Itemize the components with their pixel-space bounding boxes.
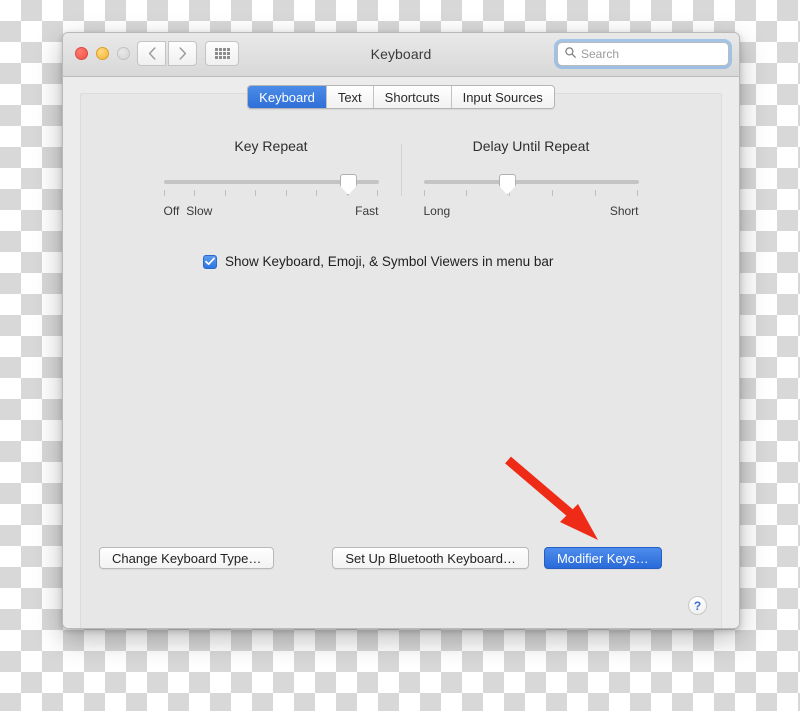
preferences-panel: Keyboard Text Shortcuts Input Sources Ke… (80, 85, 722, 628)
key-repeat-slider-group: Key Repeat Off Slow Fast (142, 138, 401, 218)
search-icon (565, 45, 576, 63)
change-keyboard-type-button[interactable]: Change Keyboard Type… (99, 547, 275, 569)
show-viewers-label: Show Keyboard, Emoji, & Symbol Viewers i… (225, 254, 554, 269)
tab-bar-wrapper: Keyboard Text Shortcuts Input Sources (81, 85, 721, 109)
window-body: Keyboard Text Shortcuts Input Sources Ke… (63, 77, 739, 628)
delay-until-repeat-track (423, 180, 639, 184)
keyboard-preferences-window: Keyboard Search Keyboard Text Shortcuts … (62, 32, 740, 629)
key-repeat-title: Key Repeat (234, 138, 308, 154)
show-viewers-checkbox[interactable] (203, 254, 217, 269)
tab-text[interactable]: Text (326, 86, 374, 108)
checkmark-icon (205, 257, 215, 266)
delay-until-repeat-slider-group: Delay Until Repeat Long Short (402, 138, 661, 218)
delay-until-repeat-ticks (423, 190, 639, 197)
search-field-wrapper: Search (554, 39, 732, 69)
key-repeat-labels: Off Slow Fast (164, 204, 379, 218)
help-button[interactable]: ? (688, 596, 707, 615)
modifier-keys-button[interactable]: Modifier Keys… (543, 547, 662, 569)
delay-label-long: Long (423, 204, 451, 218)
key-repeat-label-fast: Fast (355, 204, 379, 218)
search-placeholder-text: Search (581, 47, 620, 61)
set-up-bluetooth-keyboard-button[interactable]: Set Up Bluetooth Keyboard… (332, 547, 529, 569)
delay-until-repeat-labels: Long Short (424, 204, 639, 218)
delay-label-short: Short (609, 204, 639, 218)
delay-until-repeat-title: Delay Until Repeat (472, 138, 590, 154)
window-titlebar: Keyboard Search (63, 33, 739, 77)
show-viewers-checkbox-row[interactable]: Show Keyboard, Emoji, & Symbol Viewers i… (203, 254, 553, 269)
key-repeat-label-slow: Slow (186, 204, 213, 218)
key-repeat-slider[interactable] (163, 171, 379, 201)
key-repeat-label-off: Off (163, 204, 180, 218)
bottom-button-bar: Change Keyboard Type… Set Up Bluetooth K… (99, 547, 707, 569)
tab-bar: Keyboard Text Shortcuts Input Sources (247, 85, 555, 109)
tab-input-sources[interactable]: Input Sources (451, 86, 554, 108)
slider-section: Key Repeat Off Slow Fast Delay Until Rep… (81, 138, 721, 218)
delay-until-repeat-slider[interactable] (423, 171, 639, 201)
tab-keyboard[interactable]: Keyboard (248, 86, 327, 108)
search-input[interactable]: Search (557, 42, 729, 66)
tab-shortcuts[interactable]: Shortcuts (373, 86, 452, 108)
